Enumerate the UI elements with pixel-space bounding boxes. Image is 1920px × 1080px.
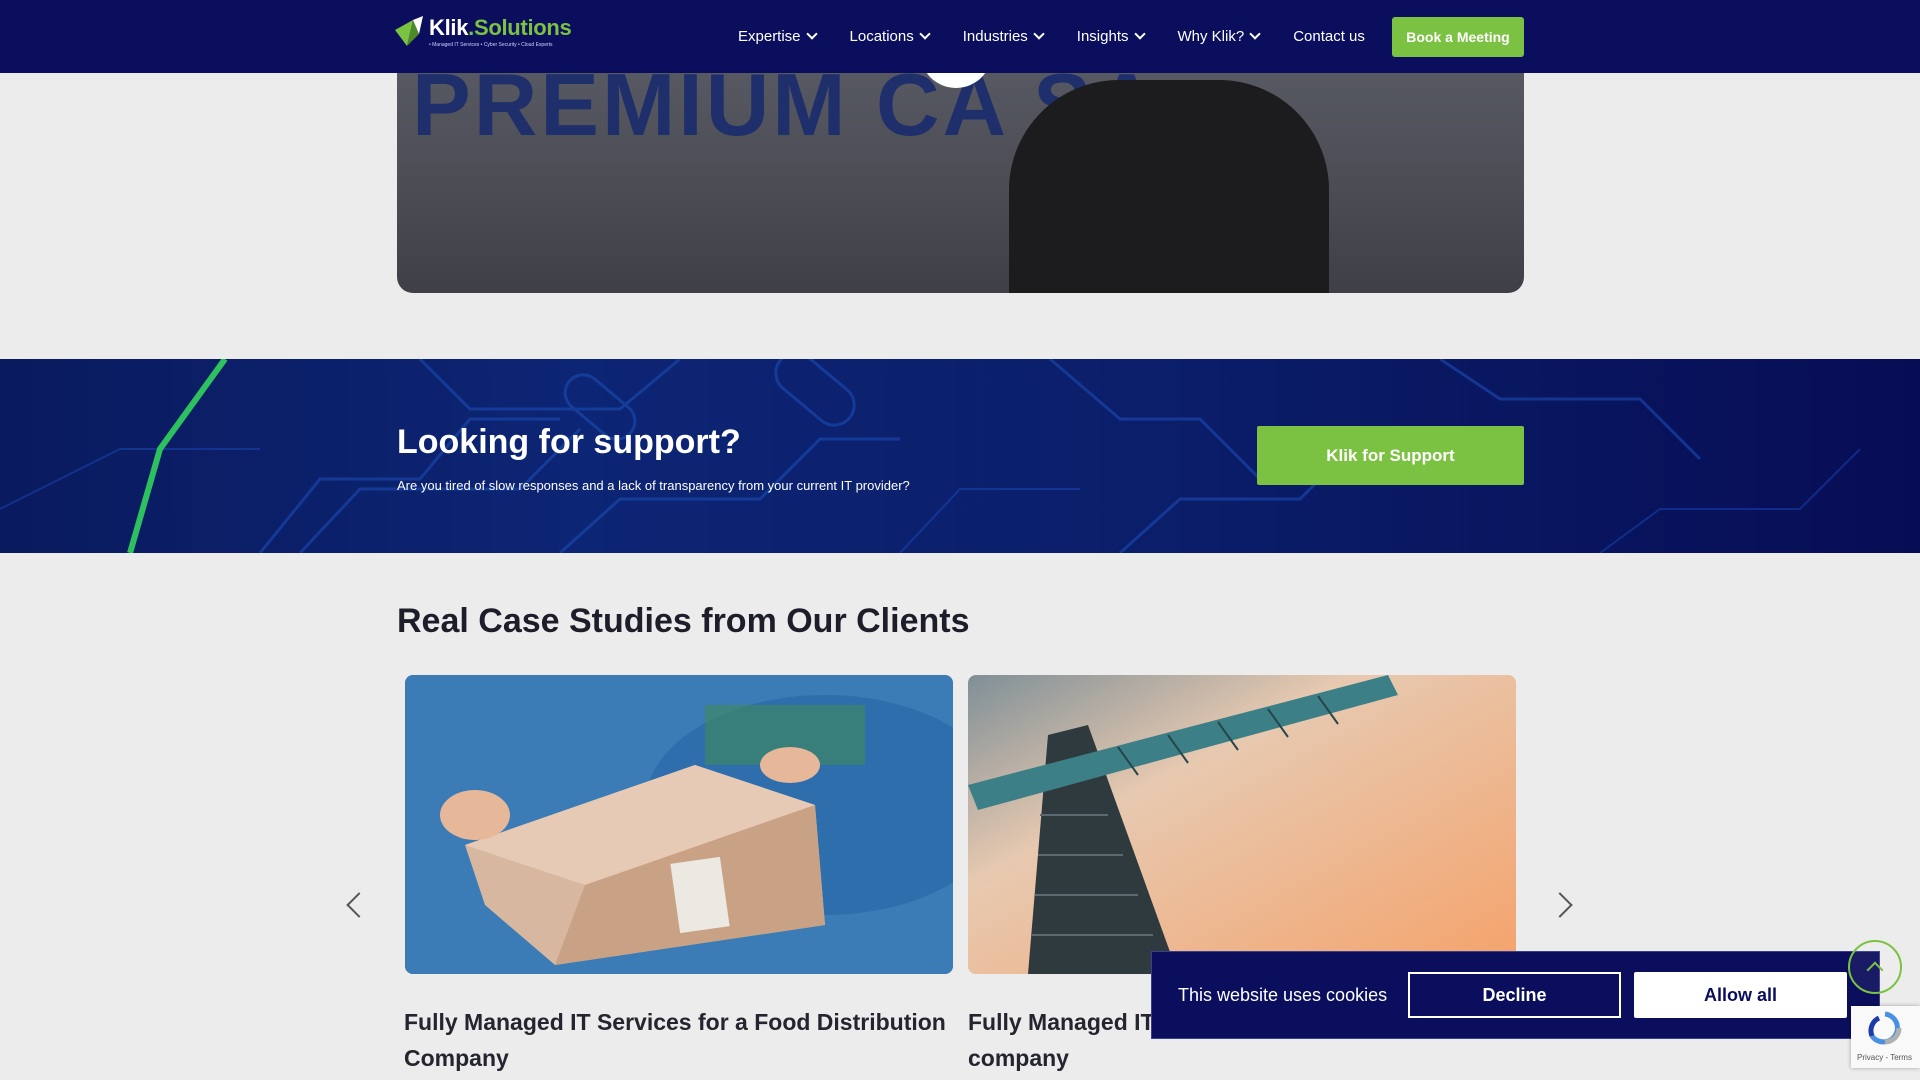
case-study-image-food[interactable] bbox=[405, 675, 953, 974]
logo-tagline: • Managed IT Services • Cyber Security •… bbox=[429, 42, 553, 48]
support-banner: Looking for support? Are you tired of sl… bbox=[0, 359, 1920, 553]
carousel-prev-icon[interactable] bbox=[346, 892, 372, 918]
carousel-next-icon[interactable] bbox=[1547, 892, 1573, 918]
menu-label: Expertise bbox=[738, 28, 801, 45]
main-menu: Expertise Locations Industries Insights … bbox=[738, 0, 1399, 73]
menu-item-locations[interactable]: Locations bbox=[849, 28, 931, 45]
chevron-down-icon bbox=[1133, 28, 1146, 40]
cookie-message: This website uses cookies bbox=[1178, 985, 1388, 1005]
top-navigation: Klik.Solutions • Managed IT Services • C… bbox=[0, 0, 1920, 73]
menu-label: Insights bbox=[1076, 28, 1129, 45]
recaptcha-badge[interactable]: Privacy - Terms bbox=[1851, 1006, 1920, 1068]
circuit-background-graphic bbox=[0, 359, 1861, 553]
menu-item-insights[interactable]: Insights bbox=[1076, 28, 1146, 45]
logo-mark-icon bbox=[393, 16, 425, 50]
chevron-down-icon bbox=[805, 28, 818, 40]
case-study-image-construction[interactable] bbox=[968, 675, 1516, 974]
logo[interactable]: Klik.Solutions • Managed IT Services • C… bbox=[393, 15, 572, 50]
recaptcha-links[interactable]: Privacy - Terms bbox=[1857, 1053, 1912, 1062]
menu-item-why-klik[interactable]: Why Klik? bbox=[1177, 28, 1261, 45]
case-studies-heading: Real Case Studies from Our Clients bbox=[397, 602, 970, 640]
chevron-down-icon bbox=[1249, 28, 1261, 40]
recaptcha-icon bbox=[1868, 1011, 1902, 1045]
scroll-to-top-button[interactable] bbox=[1848, 940, 1902, 994]
case-study-title-food[interactable]: Fully Managed IT Services for a Food Dis… bbox=[404, 1004, 964, 1076]
menu-label: Why Klik? bbox=[1177, 28, 1245, 45]
chevron-down-icon bbox=[1033, 28, 1045, 40]
klik-for-support-button[interactable]: Klik for Support bbox=[1257, 426, 1524, 485]
logo-accent: .Solutions bbox=[468, 15, 572, 40]
chevron-up-icon bbox=[1866, 961, 1884, 979]
support-title: Looking for support? bbox=[397, 423, 741, 461]
menu-label: Locations bbox=[849, 28, 914, 45]
decline-cookies-button[interactable]: Decline bbox=[1408, 972, 1621, 1018]
menu-item-contact[interactable]: Contact us bbox=[1293, 28, 1365, 45]
book-meeting-button[interactable]: Book a Meeting bbox=[1392, 17, 1524, 57]
chevron-down-icon bbox=[919, 28, 931, 40]
menu-label: Industries bbox=[962, 28, 1028, 45]
video-player[interactable]: PREMIUM CA SA bbox=[397, 40, 1524, 293]
support-subtitle: Are you tired of slow responses and a la… bbox=[397, 478, 910, 493]
allow-all-cookies-button[interactable]: Allow all bbox=[1634, 972, 1847, 1018]
logo-name: Klik bbox=[429, 15, 469, 40]
menu-item-expertise[interactable]: Expertise bbox=[738, 28, 818, 45]
cookie-banner: This website uses cookies Decline Allow … bbox=[1151, 951, 1880, 1039]
video-presenter bbox=[1009, 80, 1329, 293]
menu-item-industries[interactable]: Industries bbox=[962, 28, 1045, 45]
menu-label: Contact us bbox=[1293, 28, 1365, 45]
